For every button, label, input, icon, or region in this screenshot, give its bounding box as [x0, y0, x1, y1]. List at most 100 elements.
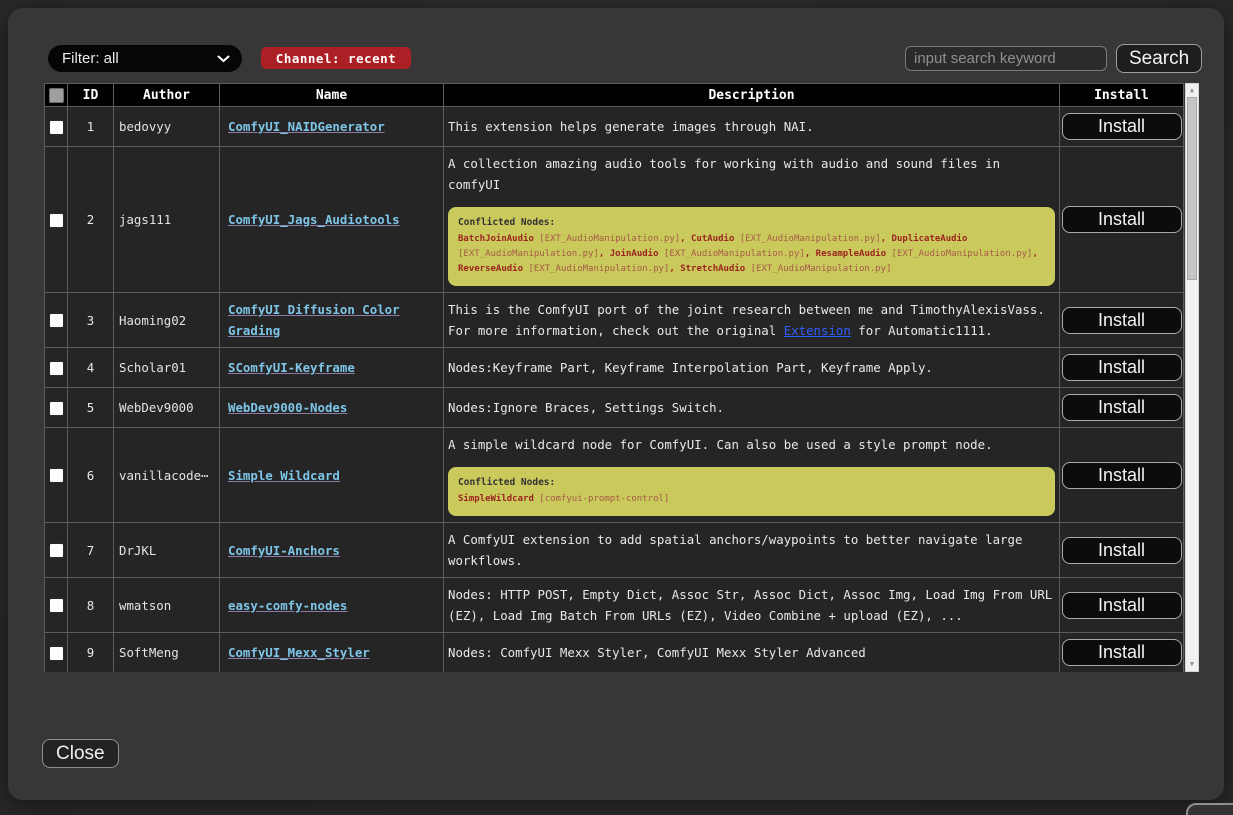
row-checkbox-cell [45, 293, 68, 348]
row-checkbox[interactable] [49, 213, 64, 228]
row-checkbox[interactable] [49, 598, 64, 613]
row-checkbox-cell [45, 428, 68, 523]
table-row: 6 vanillacode⋯ Simple Wildcard A simple … [45, 428, 1184, 523]
row-id: 6 [68, 428, 114, 523]
row-author: vanillacode⋯ [114, 428, 220, 523]
custom-node-table: ID Author Name Description Install 1 bed… [44, 83, 1184, 672]
close-button[interactable]: Close [42, 739, 119, 768]
scrollbar-down-arrow[interactable]: ▼ [1186, 658, 1198, 671]
extension-name-link[interactable]: ComfyUI_Jags_Audiotools [228, 212, 400, 227]
row-install-cell: Install [1060, 348, 1184, 388]
description-link[interactable]: Extension [784, 323, 851, 338]
filter-select[interactable]: Filter: all [48, 45, 242, 72]
conflicted-node-file: [EXT_AudioManipulation.py] [523, 264, 669, 274]
row-checkbox[interactable] [49, 313, 64, 328]
header-author: Author [114, 84, 220, 107]
conflicted-node-name: ResampleAudio [816, 249, 886, 259]
row-description-cell: A ComfyUI extension to add spatial ancho… [444, 523, 1060, 578]
separator: , [680, 234, 691, 244]
row-name-cell: SComfyUI-Keyframe [220, 348, 444, 388]
extension-name-link[interactable]: Simple Wildcard [228, 468, 340, 483]
conflicted-node-file: [EXT_AudioManipulation.py] [534, 234, 680, 244]
row-checkbox[interactable] [49, 468, 64, 483]
install-button[interactable]: Install [1062, 307, 1182, 334]
row-author: jags111 [114, 147, 220, 293]
extension-name-link[interactable]: ComfyUI_Mexx_Styler [228, 645, 370, 660]
row-checkbox[interactable] [49, 543, 64, 558]
row-checkbox-cell [45, 107, 68, 147]
separator: , [1032, 249, 1037, 259]
row-install-cell: Install [1060, 428, 1184, 523]
conflicted-node: BatchJoinAudio [EXT_AudioManipulation.py… [458, 234, 691, 244]
install-button[interactable]: Install [1062, 206, 1182, 233]
install-button[interactable]: Install [1062, 462, 1182, 489]
description-segment: This extension helps generate images thr… [448, 119, 814, 134]
install-button[interactable]: Install [1062, 394, 1182, 421]
filter-select-label: Filter: all [62, 50, 119, 67]
scrollbar-thumb[interactable] [1187, 97, 1197, 280]
install-button[interactable]: Install [1062, 639, 1182, 666]
row-checkbox-cell [45, 348, 68, 388]
row-name-cell: ComfyUI-Anchors [220, 523, 444, 578]
description-segment: A simple wildcard node for ComfyUI. Can … [448, 437, 993, 452]
conflicted-nodes-box: Conflicted Nodes: BatchJoinAudio [EXT_Au… [448, 207, 1055, 286]
extension-name-link[interactable]: ComfyUI-Anchors [228, 543, 340, 558]
conflicted-node: ReverseAudio [EXT_AudioManipulation.py], [458, 264, 680, 274]
row-name-cell: WebDev9000-Nodes [220, 388, 444, 428]
row-id: 1 [68, 107, 114, 147]
extension-name-link[interactable]: WebDev9000-Nodes [228, 400, 347, 415]
row-checkbox[interactable] [49, 361, 64, 376]
row-checkbox-cell [45, 523, 68, 578]
search-button[interactable]: Search [1116, 44, 1202, 73]
table-row: 4 Scholar01 SComfyUI-Keyframe Nodes:Keyf… [45, 348, 1184, 388]
row-name-cell: ComfyUI Diffusion Color Grading [220, 293, 444, 348]
conflicted-node-name: DuplicateAudio [892, 234, 968, 244]
table-row: 9 SoftMeng ComfyUI_Mexx_Styler Nodes: Co… [45, 633, 1184, 673]
node-list-container: ID Author Name Description Install 1 bed… [44, 83, 1204, 672]
row-checkbox[interactable] [49, 401, 64, 416]
description-text: Nodes: HTTP POST, Empty Dict, Assoc Str,… [448, 584, 1055, 626]
row-install-cell: Install [1060, 578, 1184, 633]
separator: , [881, 234, 892, 244]
row-install-cell: Install [1060, 147, 1184, 293]
conflicted-node-file: [comfyui-prompt-control] [534, 494, 669, 504]
table-scrollbar[interactable]: ▲ ▼ [1185, 83, 1199, 672]
conflicted-nodes-box: Conflicted Nodes: SimpleWildcard [comfyu… [448, 467, 1055, 516]
extension-name-link[interactable]: ComfyUI Diffusion Color Grading [228, 302, 400, 338]
table-row: 5 WebDev9000 WebDev9000-Nodes Nodes:Igno… [45, 388, 1184, 428]
header-name: Name [220, 84, 444, 107]
conflicted-node: StretchAudio [EXT_AudioManipulation.py] [680, 264, 891, 274]
row-description-cell: Nodes:Ignore Braces, Settings Switch. [444, 388, 1060, 428]
row-id: 5 [68, 388, 114, 428]
install-button[interactable]: Install [1062, 354, 1182, 381]
row-author: Scholar01 [114, 348, 220, 388]
conflicted-node-file: [EXT_AudioManipulation.py] [458, 249, 599, 259]
description-text: A simple wildcard node for ComfyUI. Can … [448, 434, 1055, 455]
extension-name-link[interactable]: easy-comfy-nodes [228, 598, 347, 613]
row-checkbox[interactable] [49, 120, 64, 135]
conflicted-nodes-title: Conflicted Nodes: [458, 476, 1045, 490]
row-checkbox-cell [45, 633, 68, 673]
extension-name-link[interactable]: SComfyUI-Keyframe [228, 360, 355, 375]
conflicted-nodes-title: Conflicted Nodes: [458, 216, 1045, 230]
conflicted-node-name: ReverseAudio [458, 264, 523, 274]
scrollbar-up-arrow[interactable]: ▲ [1186, 84, 1198, 97]
row-name-cell: ComfyUI_Mexx_Styler [220, 633, 444, 673]
conflicted-node-name: CutAudio [691, 234, 734, 244]
description-segment: Nodes: HTTP POST, Empty Dict, Assoc Str,… [448, 587, 1052, 623]
header-description: Description [444, 84, 1060, 107]
install-button[interactable]: Install [1062, 592, 1182, 619]
extension-name-link[interactable]: ComfyUI_NAIDGenerator [228, 119, 385, 134]
row-checkbox[interactable] [49, 646, 64, 661]
conflicted-nodes-list: SimpleWildcard [comfyui-prompt-control] [458, 492, 1045, 507]
install-button[interactable]: Install [1062, 537, 1182, 564]
row-author: DrJKL [114, 523, 220, 578]
install-button[interactable]: Install [1062, 113, 1182, 140]
conflicted-node-file: [EXT_AudioManipulation.py] [659, 249, 805, 259]
row-name-cell: ComfyUI_Jags_Audiotools [220, 147, 444, 293]
description-segment: A collection amazing audio tools for wor… [448, 156, 1000, 192]
table-header-row: ID Author Name Description Install [45, 84, 1184, 107]
search-input[interactable] [905, 46, 1107, 71]
select-all-checkbox[interactable] [49, 88, 64, 103]
description-text: A collection amazing audio tools for wor… [448, 153, 1055, 195]
